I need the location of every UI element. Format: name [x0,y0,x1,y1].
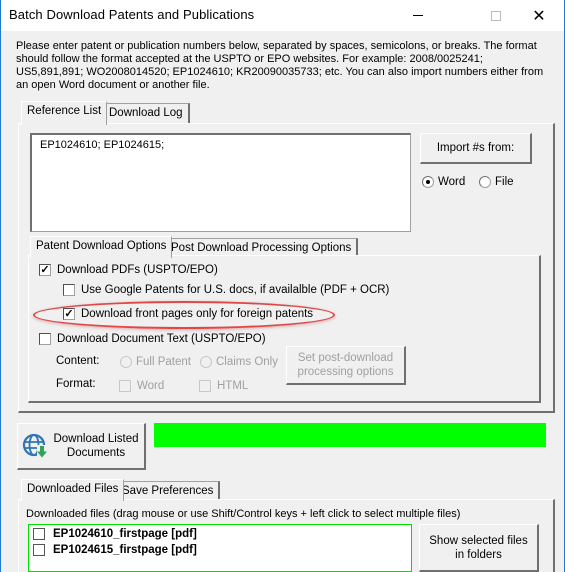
dialog-window: Batch Download Patents and Publications … [0,0,565,572]
import-numbers-button[interactable]: Import #s from: [420,133,532,164]
patent-download-options-panel [28,255,541,403]
instructions-text: Please enter patent or publication numbe… [16,40,544,91]
radio-unselected-icon [200,356,212,368]
use-google-patents-label: Use Google Patents for U.S. docs, if ava… [81,284,390,296]
file-list-item[interactable]: EP1024615_firstpage [pdf] [32,542,408,558]
close-button[interactable]: ✕ [516,0,562,31]
download-listed-documents-button[interactable]: Download Listed Documents [17,423,146,470]
reference-numbers-value: EP1024610; EP1024615; [40,139,165,151]
title-bar: Batch Download Patents and Publications … [1,0,564,31]
downloaded-files-list[interactable]: EP1024610_firstpage [pdf] EP1024615_firs… [28,524,412,572]
unchecked-box-icon[interactable] [33,528,45,540]
set-post-download-options-button[interactable]: Set post-download processing options [286,346,406,385]
file-name: EP1024615_firstpage [pdf] [53,544,197,556]
file-list-item[interactable]: EP1024610_firstpage [pdf] [32,526,408,542]
download-label-line2: Documents [66,447,126,459]
format-word-label: Word [137,380,165,392]
unchecked-box-icon [199,380,211,392]
format-html-label: HTML [217,380,249,392]
tab-download-log[interactable]: Download Log [103,103,190,125]
globe-download-icon [22,433,48,458]
import-word-radio[interactable]: Word [422,176,465,188]
format-word-checkbox[interactable]: Word [119,380,164,392]
close-icon: ✕ [532,5,546,25]
reference-numbers-input[interactable]: EP1024610; EP1024615; [30,133,411,232]
full-patent-radio[interactable]: Full Patent [120,356,191,368]
unchecked-box-icon [63,284,75,296]
radio-unselected-icon [120,356,132,368]
format-html-checkbox[interactable]: HTML [199,380,248,392]
download-document-text-label: Download Document Text (USPTO/EPO) [57,333,266,345]
minimize-icon [413,15,423,16]
download-progress-bar [154,423,546,447]
front-pages-only-label: Download front pages only for foreign pa… [81,308,314,320]
claims-only-radio[interactable]: Claims Only [200,356,278,368]
download-pdfs-checkbox[interactable]: ✓ Download PDFs (USPTO/EPO) [39,264,218,276]
format-label: Format: [56,378,96,390]
import-file-radio[interactable]: File [479,176,514,188]
claims-only-label: Claims Only [216,356,278,368]
front-pages-only-checkbox[interactable]: ✓ Download front pages only for foreign … [63,308,313,320]
unchecked-box-icon [39,333,51,345]
tab-downloaded-files[interactable]: Downloaded Files [21,479,125,501]
download-label-line1: Download Listed [53,433,139,445]
maximize-button[interactable] [473,0,519,31]
progress-fill [154,423,546,447]
unchecked-box-icon[interactable] [33,544,45,556]
radio-selected-icon [422,176,434,188]
radio-unselected-icon [479,176,491,188]
download-document-text-checkbox[interactable]: Download Document Text (USPTO/EPO) [39,333,266,345]
import-file-label: File [495,176,514,188]
full-patent-label: Full Patent [136,356,191,368]
use-google-patents-checkbox[interactable]: Use Google Patents for U.S. docs, if ava… [63,284,389,296]
unchecked-box-icon [119,380,131,392]
show-selected-files-button[interactable]: Show selected files in folders [419,524,539,572]
tab-patent-download-options[interactable]: Patent Download Options [30,236,173,258]
window-title: Batch Download Patents and Publications [9,7,255,22]
download-button-label: Download Listed Documents [48,432,144,460]
minimize-button[interactable] [395,0,441,31]
tab-reference-list[interactable]: Reference List [21,101,108,125]
content-label: Content: [56,355,100,367]
import-word-label: Word [438,176,466,188]
downloaded-files-hint: Downloaded files (drag mouse or use Shif… [26,508,461,520]
checkmark-icon: ✓ [39,264,51,276]
maximize-icon [491,10,501,21]
download-pdfs-label: Download PDFs (USPTO/EPO) [57,264,218,276]
checkmark-icon: ✓ [63,308,75,320]
file-name: EP1024610_firstpage [pdf] [53,528,197,540]
